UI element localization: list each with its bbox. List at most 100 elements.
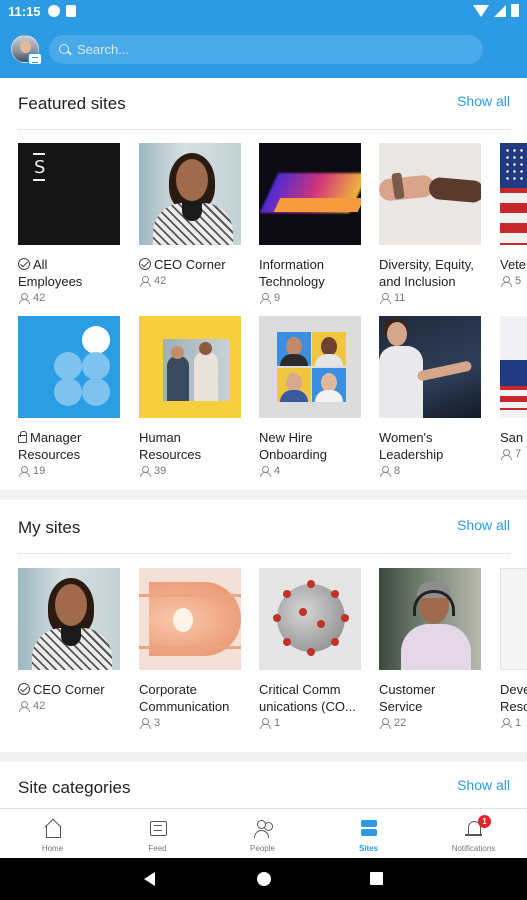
section-title: Site categories [18, 778, 131, 797]
recents-icon[interactable] [370, 872, 383, 885]
person-icon [500, 275, 512, 287]
site-thumbnail [500, 143, 527, 245]
nav-label: Home [41, 844, 64, 853]
person-icon [500, 717, 512, 728]
member-count: 11 [379, 292, 405, 304]
person-icon [379, 717, 391, 729]
people-icon [253, 819, 273, 839]
member-count: 22 [379, 717, 406, 729]
sd-card-icon [66, 5, 76, 17]
site-categories-section: Site categories Show all [0, 762, 527, 808]
site-thumbnail [18, 568, 120, 670]
member-count: 42 [18, 292, 45, 304]
section-title: Featured sites [18, 94, 126, 113]
my-site-tile-development[interactable]: Deve Reso 1 [500, 568, 527, 728]
nav-home[interactable]: Home [0, 809, 105, 859]
member-count: 4 [259, 465, 280, 477]
site-thumbnail [18, 316, 120, 418]
site-tile-san[interactable]: San 7 [500, 316, 527, 476]
lock-icon [18, 431, 27, 443]
categories-show-all-link[interactable]: Show all [457, 777, 510, 793]
site-name: Women's Leadership [379, 430, 444, 462]
site-thumbnail [500, 316, 527, 418]
battery-icon [511, 4, 519, 17]
member-count: 39 [139, 465, 166, 477]
system-navigation-bar [0, 858, 527, 900]
site-thumbnail [379, 316, 481, 418]
member-count: 3 [139, 717, 160, 729]
site-thumbnail [379, 568, 481, 670]
my-sites-show-all-link[interactable]: Show all [457, 517, 510, 533]
app-status-icon [48, 5, 60, 17]
avatar-face [20, 41, 31, 53]
section-divider [0, 490, 527, 500]
site-name: Customer Service [379, 682, 436, 714]
nav-feed[interactable]: Feed [105, 809, 210, 859]
person-icon [259, 465, 271, 477]
member-count: 19 [18, 465, 45, 477]
status-time: 11:15 [8, 4, 41, 19]
site-name: San [500, 430, 524, 445]
member-count: 42 [18, 700, 45, 712]
org-badge-icon [28, 53, 42, 65]
search-input[interactable] [77, 42, 457, 57]
featured-show-all-link[interactable]: Show all [457, 93, 510, 109]
my-sites-header: My sites Show all [18, 502, 510, 554]
nav-notifications[interactable]: Notifications [421, 809, 526, 859]
member-count: 5 [500, 275, 521, 287]
person-icon [18, 465, 30, 477]
search-icon [59, 43, 71, 56]
search-bar[interactable] [49, 35, 483, 64]
member-count: 8 [379, 465, 400, 477]
nav-label: People [250, 844, 275, 853]
site-name: Manager Resources [18, 430, 82, 462]
site-thumbnail [139, 568, 241, 670]
status-bar: 11:15 [0, 0, 527, 24]
sites-icon [359, 819, 379, 839]
verified-check-icon [139, 258, 151, 270]
site-thumbnail [379, 143, 481, 245]
site-name: Vete [500, 257, 527, 272]
wifi-icon [473, 4, 489, 17]
my-sites-section: My sites Show all CEO Corner 42 Corporat… [0, 502, 527, 754]
person-icon [139, 465, 151, 477]
site-thumbnail [500, 568, 527, 670]
site-name: All Employees [18, 257, 83, 289]
signal-icon [494, 4, 506, 17]
site-name: New Hire Onboarding [259, 430, 327, 462]
site-thumbnail [259, 316, 361, 418]
status-right [473, 4, 519, 17]
site-name: CEO Corner [139, 256, 247, 273]
verified-check-icon [18, 683, 30, 695]
profile-avatar[interactable] [11, 35, 42, 65]
site-tile-veterans[interactable]: Vete 5 [500, 143, 527, 303]
member-count: 7 [500, 448, 521, 460]
person-icon [18, 292, 30, 304]
nav-label: Feed [148, 844, 167, 853]
site-name: Critical Comm unications (CO... [259, 682, 356, 714]
nav-label: Sites [358, 844, 379, 853]
home-button-icon[interactable] [257, 872, 271, 886]
member-count: 9 [259, 292, 280, 304]
section-title: My sites [18, 518, 81, 537]
back-icon[interactable] [144, 872, 155, 886]
person-icon [259, 717, 271, 729]
nav-label: Notifications [451, 844, 496, 853]
member-count: 1 [259, 717, 280, 729]
person-icon [379, 292, 391, 304]
nav-sites[interactable]: Sites [316, 809, 421, 859]
person-icon [259, 292, 271, 304]
nav-people[interactable]: People [210, 809, 315, 859]
featured-sites-header: Featured sites Show all [18, 78, 510, 130]
site-thumbnail [259, 143, 361, 245]
verified-check-icon [18, 258, 30, 270]
site-thumbnail [18, 143, 120, 245]
section-divider [0, 752, 527, 762]
person-icon [379, 465, 391, 477]
person-icon [139, 717, 151, 729]
person-icon [139, 275, 151, 287]
site-name: Human Resources [139, 430, 202, 462]
bottom-navigation: Home Feed People Sites Notifications 1 [0, 808, 527, 858]
home-icon [43, 819, 63, 839]
site-name: Deve Reso [500, 682, 527, 714]
